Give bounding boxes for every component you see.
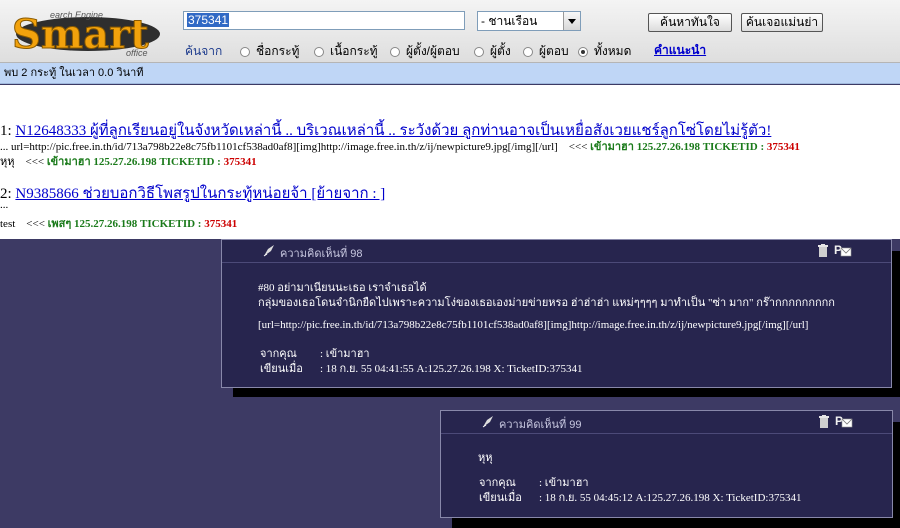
radio-poster-replier[interactable]: ผู้ตั้ง/ผู้ตอบ [390,42,460,61]
result-snippet: หุหุ [0,156,15,168]
suggestion-link[interactable]: คำแนะนำ [654,41,706,60]
radio-all[interactable]: ทั้งหมด [578,42,631,61]
result-arrow: <<< [25,156,45,168]
result-item-line: test <<< เพสๆ 125.27.26.198 TICKETID : 3… [0,214,237,232]
radio-poster[interactable]: ผู้ตั้ง [474,42,511,61]
radio-button[interactable] [314,46,324,57]
result-snippet: ... [0,199,9,211]
result-ticket-id: 375341 [223,156,257,168]
result-arrow: <<< [568,141,588,153]
result-arrow: <<< [26,218,45,230]
comment-when-label: เขียนเมื่อ [479,492,522,504]
comment-header: ความคิดเห็นที่ 99 P [441,411,892,434]
result-author-ip: เข้ามาฮา 125.27.26.198 TICKETID : [46,156,221,168]
search-from-label: ค้นจาก [185,44,223,58]
comment-text-line: กลุ่มของเธอโดนจำนิกยืดไปเพราะความโง่ของเ… [258,297,835,309]
result-ticket-id: 375341 [204,218,238,230]
logo-subtitle-bottom: office [126,48,148,58]
result-snippet: test [0,218,16,230]
result-ticket-id: 375341 [766,141,800,153]
radio-label: ทั้งหมด [594,44,632,58]
comment-when: เขียนเมื่อ : 18 ก.ย. 55 04:41:55 A:125.27… [260,359,582,377]
radio-button-checked[interactable] [578,46,588,57]
comment-text-line: [url=http://pic.free.in.th/id/713a798b22… [258,319,809,331]
radio-topic-body[interactable]: เนื้อกระทู้ [314,42,378,61]
result-item-title-row: 2: N9385866 ช่วยบอกวิธีโพสรูปในกระทู้หน่… [0,181,385,205]
result-item-line: ... [0,199,8,211]
radio-label: ชื่อกระทู้ [256,44,300,58]
accurate-search-button[interactable]: ค้นเจอแม่นย่า [741,13,823,32]
result-title-link[interactable]: N9385866 ช่วยบอกวิธีโพสรูปในกระทู้หน่อยจ… [15,186,385,202]
radio-label: ผู้ตอบ [539,44,569,58]
radio-replier[interactable]: ผู้ตอบ [523,42,569,61]
quill-icon [263,245,274,257]
radio-topic-name[interactable]: ชื่อกระทู้ [240,42,299,61]
radio-button[interactable] [390,46,400,57]
comment-box-99: ความคิดเห็นที่ 99 P หุหุ จากคุณ: เข้ามาฮ… [440,410,893,518]
reply-mail-icon[interactable]: P [834,243,852,258]
comment-header: ความคิดเห็นที่ 98 P [222,240,891,263]
radio-button[interactable] [523,46,533,57]
logo-subtitle-top: earch Engine [50,10,103,20]
radio-button[interactable] [240,46,250,57]
chevron-down-icon[interactable] [563,12,580,30]
search-header: Smart earch Engine office 375341 - ชานเร… [0,0,900,63]
radio-button[interactable] [474,46,484,57]
trash-icon[interactable] [819,415,829,428]
smart-office-logo[interactable]: Smart earch Engine office [8,6,160,58]
radio-label: ผู้ตั้ง/ผู้ตอบ [406,44,460,58]
radio-label: เนื้อกระทู้ [330,44,378,58]
result-author-ip: เพสๆ 125.27.26.198 TICKETID : [47,218,202,230]
quill-icon [482,416,493,428]
comment-when-value: : 18 ก.ย. 55 04:41:55 A:125.27.26.198 X:… [320,363,583,375]
comment-box-98: ความคิดเห็นที่ 98 P #80 อย่ามาเนียนนะเธอ… [221,239,892,388]
trash-icon[interactable] [818,244,828,257]
category-select-value: - ชานเรือน [481,14,538,28]
radio-label: ผู้ตั้ง [490,44,511,58]
comment-when-value: : 18 ก.ย. 55 04:45:12 A:125.27.26.198 X:… [539,492,802,504]
comment-title: ความคิดเห็นที่ 98 [280,248,363,260]
result-summary-bar: พบ 2 กระทู้ ในเวลา 0.0 วินาที [0,63,900,84]
search-results: 1: N12648333 ผู้ที่ลูกเรียนอยู่ในจังหวัด… [0,85,900,239]
result-item-line: หุหุ <<< เข้ามาฮา 125.27.26.198 TICKETID… [0,152,257,170]
search-input[interactable]: 375341 [183,11,465,30]
instant-search-button[interactable]: ค้นหาทันใจ [648,13,732,32]
reply-mail-icon[interactable]: P [835,414,853,429]
comment-text-line: หุหุ [478,452,493,464]
result-author-ip: เข้ามาฮา 125.27.26.198 TICKETID : [590,141,765,153]
category-select[interactable]: - ชานเรือน [477,11,581,31]
comment-when-label: เขียนเมื่อ [260,363,303,375]
comment-when: เขียนเมื่อ : 18 ก.ย. 55 04:45:12 A:125.27… [479,488,801,506]
comment-title: ความคิดเห็นที่ 99 [499,419,582,431]
search-input-value: 375341 [187,13,230,27]
